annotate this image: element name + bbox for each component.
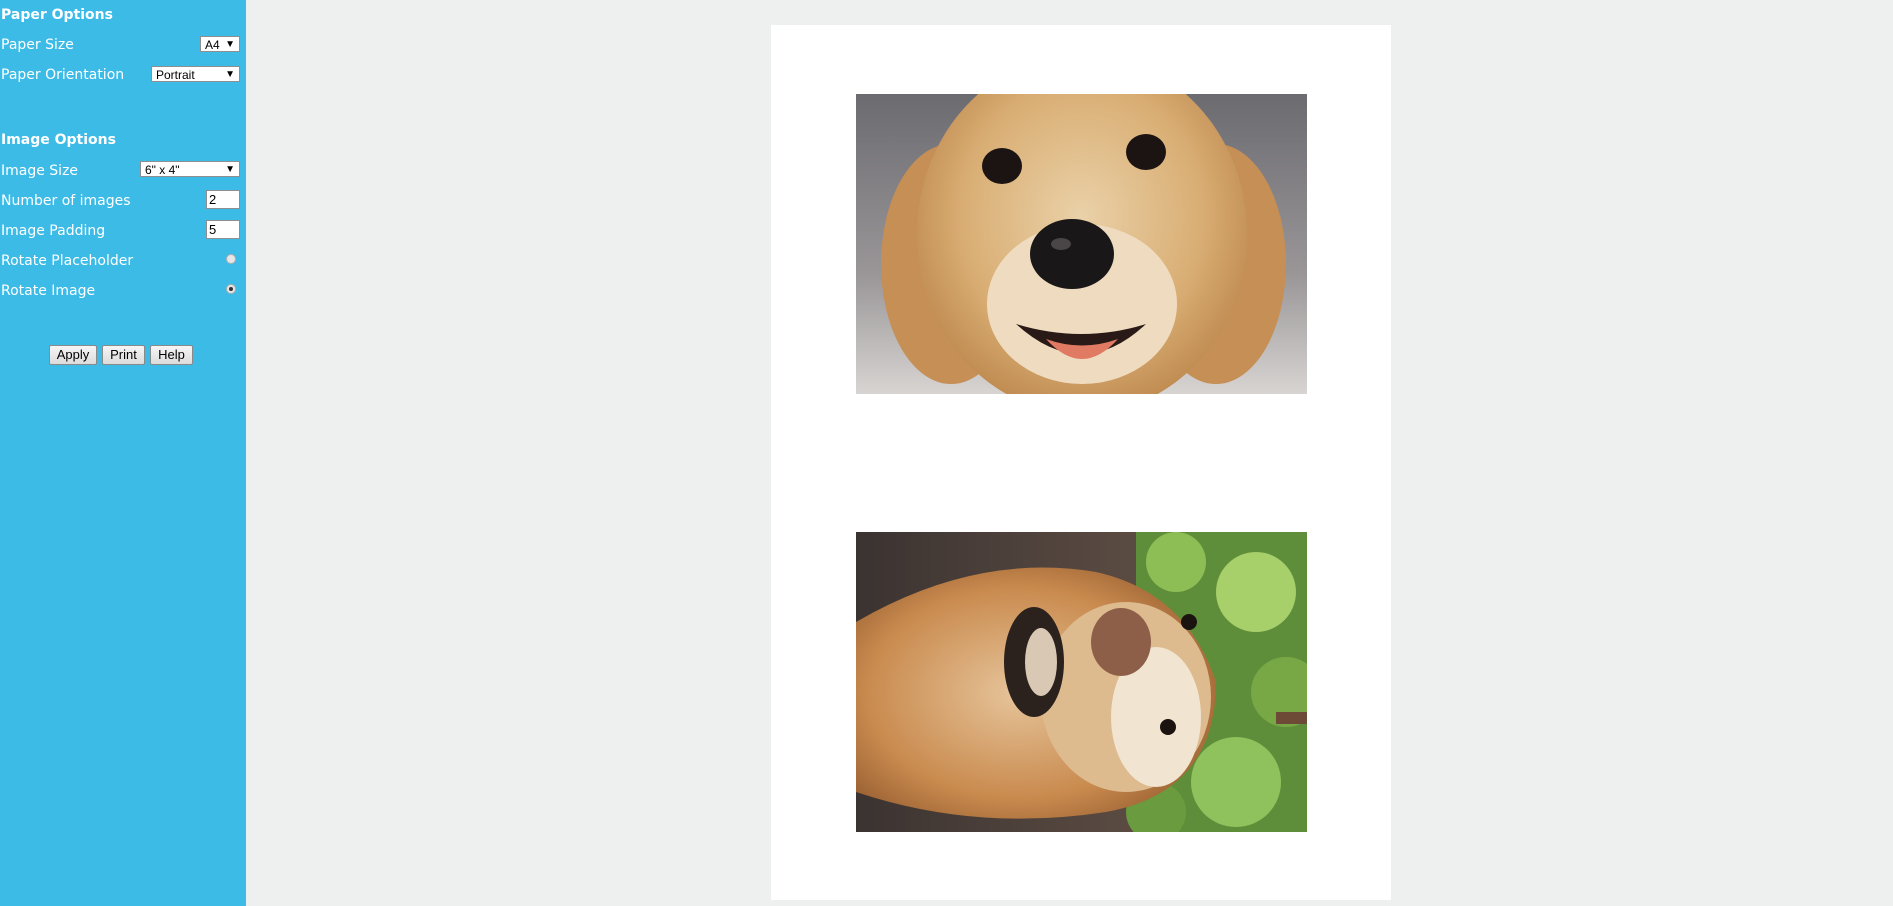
paper-options-heading: Paper Options [1,7,113,23]
image-size-select[interactable]: 6" x 4" ▼ [140,161,240,177]
print-button[interactable]: Print [102,345,145,365]
rotate-image-label: Rotate Image [1,283,96,299]
image-size-value: 6" x 4" [145,163,180,177]
number-of-images-label: Number of images [1,193,131,209]
image-padding-label: Image Padding [1,223,106,239]
image-padding-input[interactable]: 5 [206,220,240,239]
rotate-placeholder-label: Rotate Placeholder [1,253,134,269]
apply-button[interactable]: Apply [49,345,97,365]
chevron-down-icon: ▼ [225,164,235,175]
dog-photo-2 [856,532,1307,832]
image-size-label: Image Size [1,163,79,179]
paper-orientation-value: Portrait [156,68,195,82]
paper-size-select[interactable]: A4 ▼ [200,36,240,52]
rotate-placeholder-radio[interactable] [226,254,236,264]
chevron-down-icon: ▼ [225,69,235,80]
paper-preview [771,25,1391,900]
help-button[interactable]: Help [150,345,193,365]
paper-orientation-select[interactable]: Portrait ▼ [151,66,240,82]
chevron-down-icon: ▼ [225,39,235,50]
dog-face-image [856,94,1307,394]
options-sidebar: Paper Options Paper Size A4 ▼ Paper Orie… [0,0,246,906]
paper-size-label: Paper Size [1,37,74,53]
dog-rotated-image [856,532,1307,832]
paper-size-value: A4 [205,38,220,52]
paper-orientation-label: Paper Orientation [1,67,125,83]
rotate-image-radio[interactable] [226,284,236,294]
number-of-images-input[interactable]: 2 [206,190,240,209]
dog-photo-1 [856,94,1307,394]
image-options-heading: Image Options [1,132,116,148]
